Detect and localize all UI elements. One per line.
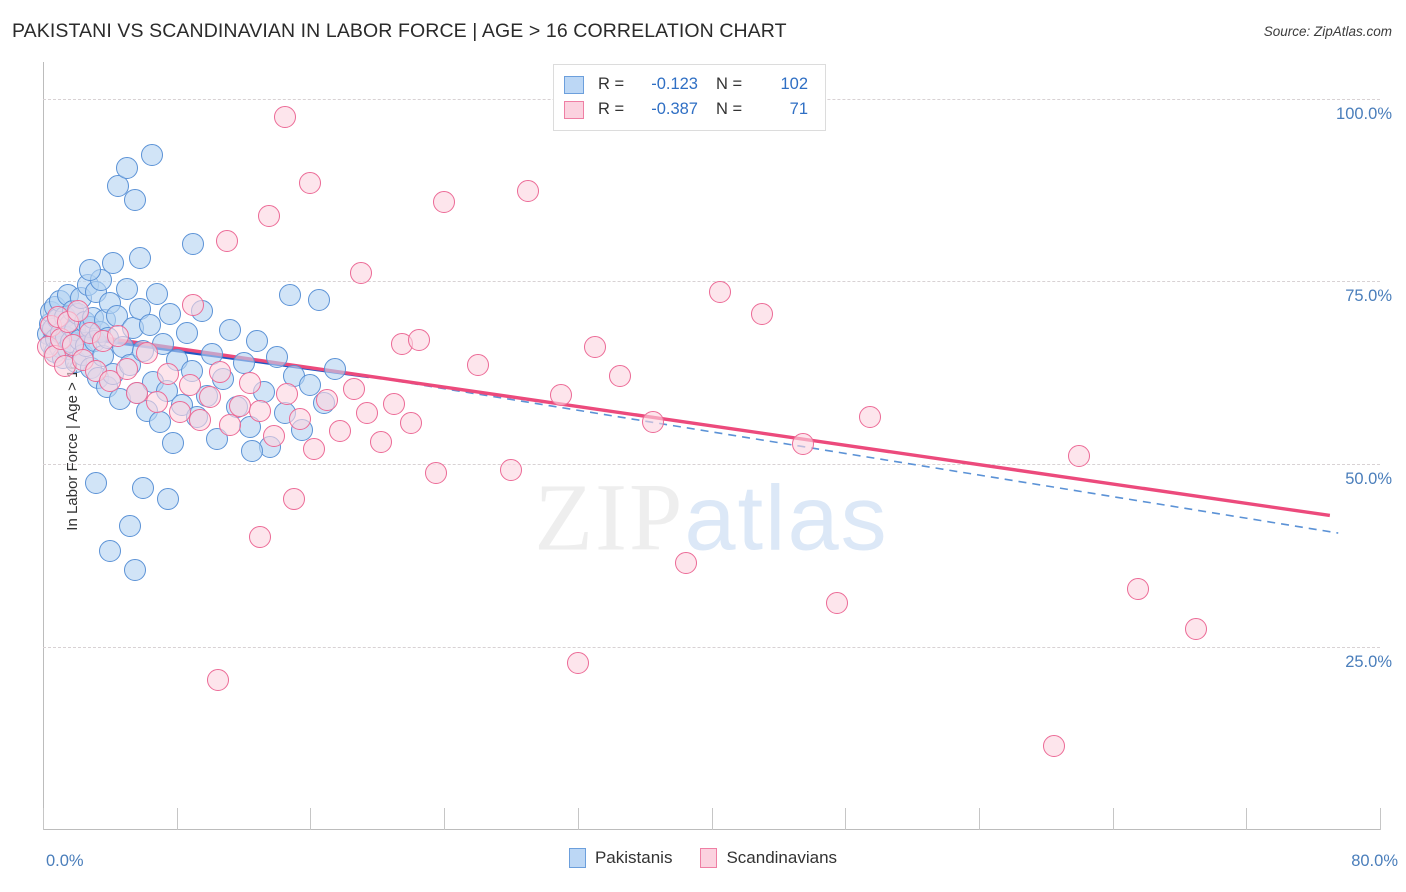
scatter-point-pink[interactable] <box>399 412 422 435</box>
scatter-point-pink[interactable] <box>516 180 539 203</box>
legend-item-scandinavians[interactable]: Scandinavians <box>700 848 837 868</box>
legend-item-pakistanis[interactable]: Pakistanis <box>568 848 673 868</box>
correlation-stats-box: R = -0.123 N = 102 R = -0.387 N = 71 <box>553 64 826 131</box>
scatter-point-pink[interactable] <box>299 171 322 194</box>
scatter-point-pink[interactable] <box>349 261 372 284</box>
scatter-point-pink[interactable] <box>466 353 489 376</box>
scatter-point-blue[interactable] <box>98 539 121 562</box>
scatter-point-pink[interactable] <box>215 230 238 253</box>
scatter-point-pink[interactable] <box>1068 444 1091 467</box>
scatter-point-pink[interactable] <box>276 383 298 406</box>
y-axis-tick-label: 75.0% <box>1345 287 1392 306</box>
scatter-point-blue[interactable] <box>145 282 168 305</box>
stats-r-label-pakistanis: R = <box>598 75 625 93</box>
stats-n-label-pakistanis: N = <box>716 75 743 93</box>
scatter-point-pink[interactable] <box>199 385 222 408</box>
legend-swatch-pakistanis <box>568 848 586 868</box>
scatter-point-pink[interactable] <box>550 383 573 406</box>
scatter-point-blue[interactable] <box>85 471 108 494</box>
stats-swatch-scandinavians <box>564 100 584 119</box>
stats-n-value-pakistanis: 102 <box>780 75 808 93</box>
scatter-point-pink[interactable] <box>262 425 285 448</box>
scatter-point-pink[interactable] <box>369 431 392 454</box>
scatter-point-blue[interactable] <box>138 313 161 336</box>
y-axis-tick-label: 50.0% <box>1345 470 1392 489</box>
scatter-point-pink[interactable] <box>642 410 664 433</box>
scatter-point-blue[interactable] <box>140 143 163 166</box>
stats-row-pakistanis: R = -0.123 N = 102 <box>564 72 815 97</box>
scatter-point-pink[interactable] <box>115 358 138 381</box>
scatter-point-pink[interactable] <box>424 462 447 485</box>
stats-r-value-scandinavians: -0.387 <box>651 100 698 118</box>
trend-line-extension-pakistanis <box>368 375 1339 534</box>
scatter-point-blue[interactable] <box>157 487 180 510</box>
scatter-point-pink[interactable] <box>125 381 148 404</box>
stats-r-label-scandinavians: R = <box>598 100 625 118</box>
source-attribution: Source: ZipAtlas.com <box>1263 24 1392 39</box>
scatter-point-blue[interactable] <box>115 157 138 180</box>
scatter-point-pink[interactable] <box>1126 577 1149 600</box>
scatter-point-blue[interactable] <box>240 440 263 463</box>
scatter-point-blue[interactable] <box>132 476 155 499</box>
legend-label-pakistanis: Pakistanis <box>594 848 673 867</box>
scatter-point-pink[interactable] <box>145 391 168 414</box>
legend-swatch-scandinavians <box>700 848 718 868</box>
plot-area: ZIPatlas <box>37 62 1381 830</box>
scatter-point-pink[interactable] <box>1185 617 1208 640</box>
scatter-point-blue[interactable] <box>128 247 151 270</box>
legend-label-scandinavians: Scandinavians <box>726 848 838 867</box>
stats-swatch-pakistanis <box>564 75 584 94</box>
stats-n-value-scandinavians: 71 <box>789 100 808 118</box>
scatter-point-blue[interactable] <box>115 277 138 300</box>
scatter-point-blue[interactable] <box>159 302 181 325</box>
scatter-point-pink[interactable] <box>316 388 339 411</box>
scatter-point-pink[interactable] <box>302 437 325 460</box>
stats-r-value-pakistanis: -0.123 <box>651 75 698 93</box>
scatter-point-pink[interactable] <box>825 592 848 615</box>
scatter-point-pink[interactable] <box>67 299 90 322</box>
page-title: PAKISTANI VS SCANDINAVIAN IN LABOR FORCE… <box>12 20 787 42</box>
correlation-chart: PAKISTANI VS SCANDINAVIAN IN LABOR FORCE… <box>0 0 1406 892</box>
scatter-point-blue[interactable] <box>232 351 255 374</box>
scatter-point-pink[interactable] <box>219 413 242 436</box>
scatter-point-blue[interactable] <box>148 410 171 433</box>
scatter-point-pink[interactable] <box>750 303 773 326</box>
series-legend: Pakistanis Scandinavians <box>0 848 1406 868</box>
y-axis-tick-label: 100.0% <box>1336 104 1392 123</box>
scatter-point-pink[interactable] <box>282 488 305 511</box>
scatter-point-pink[interactable] <box>408 328 431 351</box>
scatter-point-pink[interactable] <box>135 342 158 365</box>
scatter-point-pink[interactable] <box>107 324 130 347</box>
scatter-point-pink[interactable] <box>608 364 631 387</box>
scatter-point-pink[interactable] <box>257 204 280 227</box>
scatter-point-blue[interactable] <box>123 558 146 581</box>
stats-n-label-scandinavians: N = <box>716 100 743 118</box>
scatter-point-pink[interactable] <box>499 459 522 482</box>
x-axis-tick <box>1380 808 1381 830</box>
scatter-point-pink[interactable] <box>583 336 606 359</box>
scatter-point-pink[interactable] <box>859 405 882 428</box>
scatter-point-blue[interactable] <box>175 322 198 345</box>
scatter-point-blue[interactable] <box>219 318 242 341</box>
scatter-point-pink[interactable] <box>1043 734 1066 757</box>
scatter-point-pink[interactable] <box>229 394 252 417</box>
scatter-point-pink[interactable] <box>249 399 272 422</box>
scatter-point-blue[interactable] <box>123 188 146 211</box>
stats-row-scandinavians: R = -0.387 N = 71 <box>564 97 815 122</box>
scatter-point-pink[interactable] <box>274 105 297 128</box>
scatter-point-pink[interactable] <box>566 651 589 674</box>
y-axis-tick-label: 25.0% <box>1345 653 1392 672</box>
scatter-point-pink[interactable] <box>179 373 202 396</box>
scatter-point-pink[interactable] <box>342 377 365 400</box>
